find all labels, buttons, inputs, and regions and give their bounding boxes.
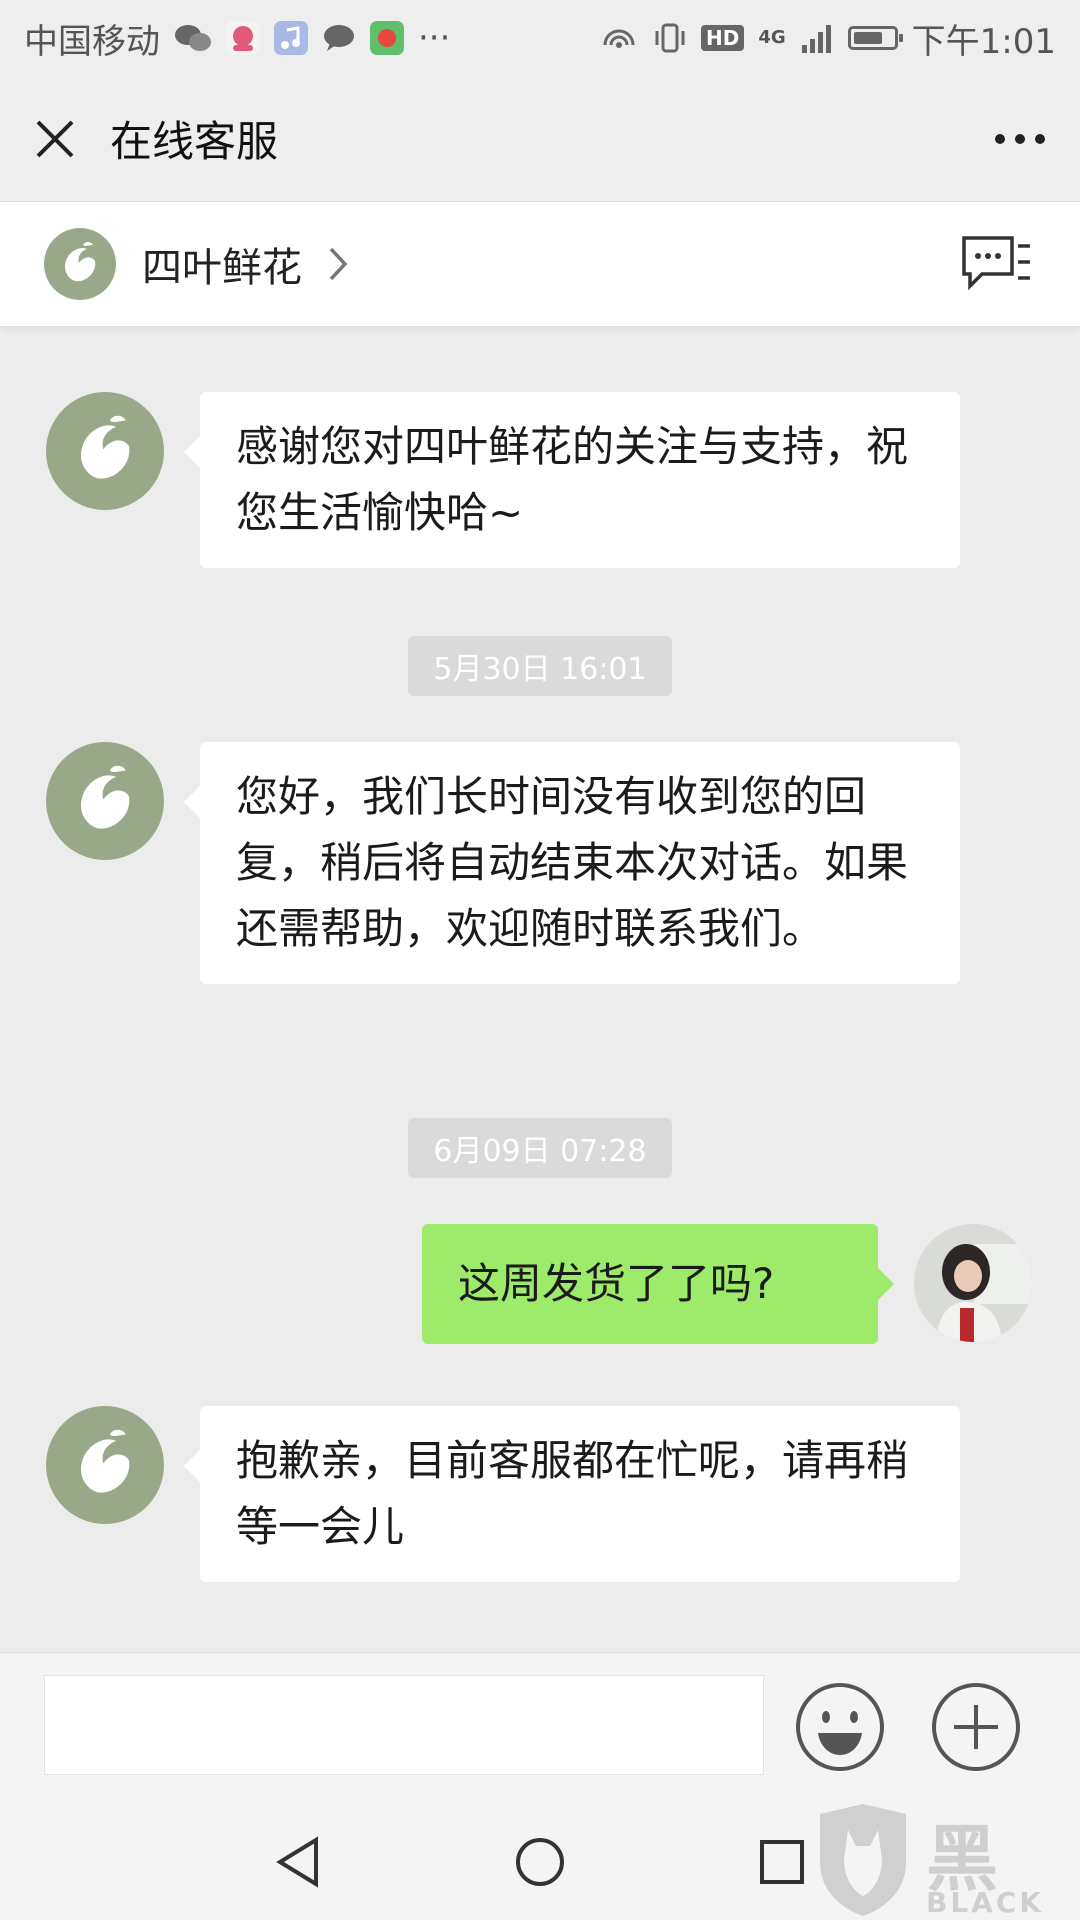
close-button[interactable] [30,114,80,164]
timestamp: 6月09日 07:28 [408,1118,672,1178]
add-attachment-button[interactable] [930,1681,1022,1773]
leaf-logo-icon [81,415,130,479]
status-left: 中国移动 ··· [24,14,599,63]
wechat-icon [174,23,212,53]
chat-area[interactable]: 感谢您对四叶鲜花的关注与支持，祝您生活愉快哈~ 5月30日 16:01 您好，我… [0,330,1080,1652]
hotspot-icon [599,21,639,55]
app-notification-icon [226,21,260,55]
merchant-logo [44,228,116,300]
watermark-subtitle: BLACK CAT [926,1886,1045,1920]
merchant-bar[interactable]: 四叶鲜花 [0,202,1080,326]
user-message-bubble[interactable]: 这周发货了了吗? [422,1224,894,1344]
emoji-button[interactable] [794,1681,886,1773]
conversation-list-button[interactable] [956,229,1036,299]
black-cat-logo-icon [820,1804,906,1916]
leaf-logo-icon [65,242,96,282]
message-input[interactable] [44,1675,764,1775]
status-right: HD 4G 下午1:01 [599,14,1056,63]
user-avatar[interactable] [914,1224,1032,1342]
more-options-button[interactable] [990,114,1050,164]
more-notifications: ··· [418,18,451,58]
hd-badge: HD [700,25,745,51]
back-triangle-icon [276,1836,318,1888]
message-row: 您好，我们长时间没有收到您的回复，稍后将自动结束本次对话。如果还需帮助，欢迎随时… [46,742,960,984]
message-row: 感谢您对四叶鲜花的关注与支持，祝您生活愉快哈~ [46,392,960,568]
page-title: 在线客服 [110,117,279,166]
music-app-icon [274,21,308,55]
clock-label: 下午1:01 [911,21,1056,62]
back-button[interactable] [270,1832,330,1892]
home-circle-icon [516,1838,564,1886]
plus-icon [932,1683,1020,1771]
timestamp: 5月30日 16:01 [408,636,672,696]
message-row: 这周发货了了吗? [422,1224,1032,1344]
agent-message-bubble[interactable]: 抱歉亲，目前客服都在忙呢，请再稍等一会儿 [184,1406,960,1582]
game-app-icon [370,21,404,55]
message-icon [322,23,356,53]
agent-avatar[interactable] [46,1406,164,1524]
chevron-right-icon [328,246,348,282]
signal-icon [800,23,834,53]
message-row: 抱歉亲，目前客服都在忙呢，请再稍等一会儿 [46,1406,960,1582]
close-icon [36,120,74,157]
home-button[interactable] [510,1832,570,1892]
agent-message-bubble[interactable]: 您好，我们长时间没有收到您的回复，稍后将自动结束本次对话。如果还需帮助，欢迎随时… [184,742,960,984]
recent-apps-button[interactable] [752,1832,812,1892]
merchant-name: 四叶鲜花 [142,245,302,291]
title-bar: 在线客服 [0,76,1080,202]
smiley-icon [796,1683,884,1771]
watermark: 黑猫 BLACK CAT [808,1800,1080,1920]
square-icon [760,1840,804,1884]
agent-avatar[interactable] [46,392,164,510]
input-bar [0,1652,1080,1802]
network-type-label: 4G [758,27,786,48]
battery-icon [847,26,903,50]
agent-message-bubble[interactable]: 感谢您对四叶鲜花的关注与支持，祝您生活愉快哈~ [184,392,960,568]
leaf-logo-icon [81,1429,130,1493]
agent-avatar[interactable] [46,742,164,860]
chat-list-icon [962,236,1030,291]
status-bar: 中国移动 ··· HD 4G 下午1:01 [0,0,1080,76]
leaf-logo-icon [81,765,130,829]
carrier-label: 中国移动 [24,21,160,62]
vibrate-icon [653,21,687,55]
more-icon [995,133,1045,144]
